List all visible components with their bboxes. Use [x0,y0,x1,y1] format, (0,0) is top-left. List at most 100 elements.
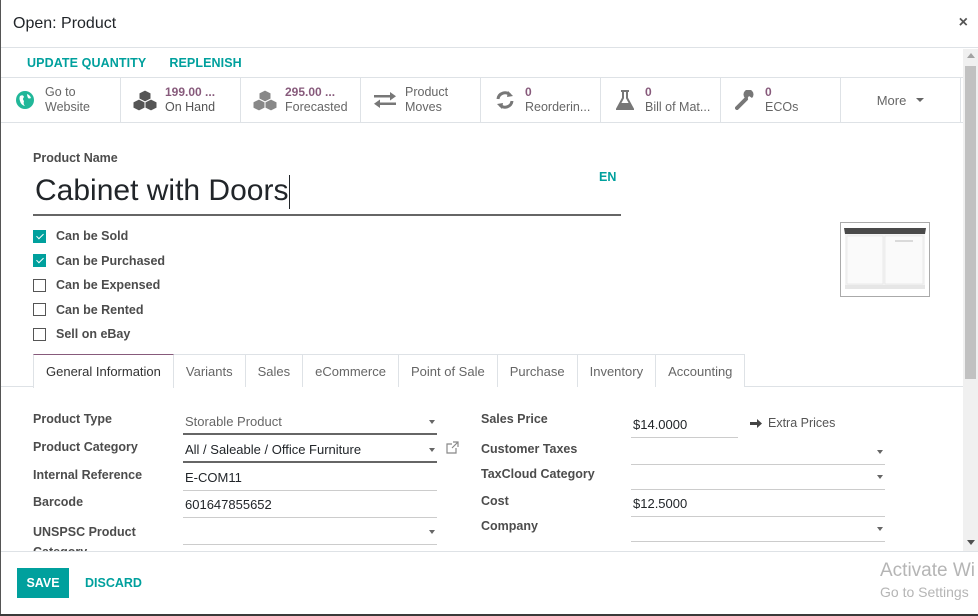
sales-price-input[interactable]: $14.0000 [631,412,738,438]
checkbox-unchecked-icon[interactable] [33,327,46,341]
product-type-row: Product Type Storable Product [33,409,437,435]
extra-prices-button[interactable]: Extra Prices [750,416,835,430]
close-button[interactable]: × [959,14,968,32]
bom-value: 0 [645,85,652,99]
unspsc-row: UNSPSC Product Category [33,519,437,551]
more-button[interactable]: More [841,78,961,122]
company-input[interactable] [631,516,885,542]
save-button[interactable]: SAVE [17,568,69,598]
taxcloud-category-row: TaxCloud Category [481,464,885,490]
tab-accounting[interactable]: Accounting [655,354,746,387]
product-category-value: All / Saleable / Office Furniture [185,442,362,457]
product-image[interactable] [840,222,930,297]
reordering-label: Reorderin... [525,100,591,114]
on-hand-value: 199.00 ... [165,85,216,99]
product-moves-button[interactable]: Product Moves [361,78,481,122]
caret-down-icon [429,530,435,534]
translate-button[interactable]: EN [599,170,616,184]
taxcloud-category-label: TaxCloud Category [481,467,595,481]
tab-point-of-sale[interactable]: Point of Sale [397,354,498,387]
internal-reference-label: Internal Reference [33,468,143,482]
tab-variants[interactable]: Variants [172,354,246,387]
customer-taxes-input[interactable] [631,439,885,465]
caret-down-icon [877,475,883,479]
external-link-icon[interactable] [446,441,459,457]
more-label: More [876,92,907,108]
bill-of-materials-button[interactable]: 0 Bill of Mat... [601,78,721,122]
ecos-value: 0 [765,85,772,99]
cost-input[interactable]: $12.5000 [631,491,885,517]
barcode-input[interactable]: 601647855652 [183,492,437,518]
wrench-icon [733,88,757,112]
product-name-label: Product Name [33,151,118,165]
vertical-scrollbar[interactable] [963,49,978,551]
tab-general-information[interactable]: General Information [33,354,174,388]
product-dialog: Open: Product × UPDATE QUANTITY REPLENIS… [1,0,978,614]
extra-prices-label: Extra Prices [768,416,836,430]
reordering-rules-button[interactable]: 0 Reorderin... [481,78,601,122]
can-be-sold-checkbox[interactable]: Can be Sold [33,224,165,249]
tab-ecommerce[interactable]: eCommerce [302,354,399,387]
product-type-label: Product Type [33,412,112,426]
on-hand-button[interactable]: 199.00 ... On Hand [121,78,241,122]
product-category-label: Product Category [33,440,138,454]
unspsc-label: UNSPSC Product Category [33,525,136,551]
internal-reference-row: Internal Reference E-COM11 [33,465,437,491]
checkbox-label: Sell on eBay [56,327,131,342]
flask-icon [613,88,637,112]
product-moves-line2: Moves [405,100,442,114]
caret-down-icon [877,450,883,454]
taxcloud-category-input[interactable] [631,464,885,490]
unspsc-input[interactable] [183,519,437,545]
checkbox-label: Can be Purchased [56,253,166,268]
update-quantity-button[interactable]: UPDATE QUANTITY [27,56,146,70]
can-be-expensed-checkbox[interactable]: Can be Expensed [33,273,165,298]
discard-button[interactable]: DISCARD [85,576,142,590]
scroll-thumb[interactable] [965,66,976,379]
cost-row: Cost $12.5000 [481,491,885,517]
sell-on-ebay-checkbox[interactable]: Sell on eBay [33,322,165,347]
forecasted-button[interactable]: 295.00 ... Forecasted [241,78,361,122]
caret-down-icon [429,448,435,452]
dialog-header: Open: Product × [1,0,978,48]
sales-price-row: Sales Price $14.0000 [481,409,738,438]
barcode-value: 601647855652 [185,497,272,512]
smart-button-box: Go to Website 199.00 ... On Hand 295.00 ..… [1,78,963,123]
checkbox-checked-icon[interactable] [33,254,46,268]
checkbox-group: Can be Sold Can be Purchased Can be Expe… [33,224,165,347]
customer-taxes-row: Customer Taxes [481,439,885,465]
activation-watermark: Activate Wi Go to Settings [880,560,975,600]
scroll-down-arrow-icon[interactable] [967,540,975,545]
cabinet-image [841,223,929,296]
product-name-input[interactable]: Cabinet with Doors [33,168,621,216]
tab-sales[interactable]: Sales [244,354,304,387]
website-label-line2: Website [45,100,90,114]
product-name-value: Cabinet with Doors [35,174,289,207]
checkbox-label: Can be Sold [56,229,129,244]
cubes-icon [253,88,277,112]
go-to-website-button[interactable]: Go to Website [1,78,121,122]
checkbox-unchecked-icon[interactable] [33,303,46,317]
company-label: Company [481,519,538,533]
notebook-tabs: General Information Variants Sales eComm… [1,354,963,388]
reordering-value: 0 [525,85,532,99]
checkbox-checked-icon[interactable] [33,229,46,243]
replenish-button[interactable]: REPLENISH [169,56,241,70]
can-be-rented-checkbox[interactable]: Can be Rented [33,298,165,323]
watermark-line2: Go to Settings [880,584,969,600]
ecos-button[interactable]: 0 ECOs [721,78,841,122]
website-label-line1: Go to [45,85,76,99]
can-be-purchased-checkbox[interactable]: Can be Purchased [33,249,165,274]
tab-inventory[interactable]: Inventory [576,354,657,387]
tab-purchase[interactable]: Purchase [496,354,578,387]
checkbox-unchecked-icon[interactable] [33,278,46,292]
caret-down-icon [916,98,925,102]
product-category-input[interactable]: All / Saleable / Office Furniture [183,437,437,463]
product-moves-line1: Product [405,85,449,99]
product-type-select[interactable]: Storable Product [183,409,437,435]
forecasted-value: 295.00 ... [285,85,336,99]
dialog-body: UPDATE QUANTITY REPLENISH Go to Website 1… [1,49,963,551]
scroll-up-arrow-icon[interactable] [967,53,975,58]
ecos-label: ECOs [765,100,799,114]
internal-reference-input[interactable]: E-COM11 [183,465,437,491]
